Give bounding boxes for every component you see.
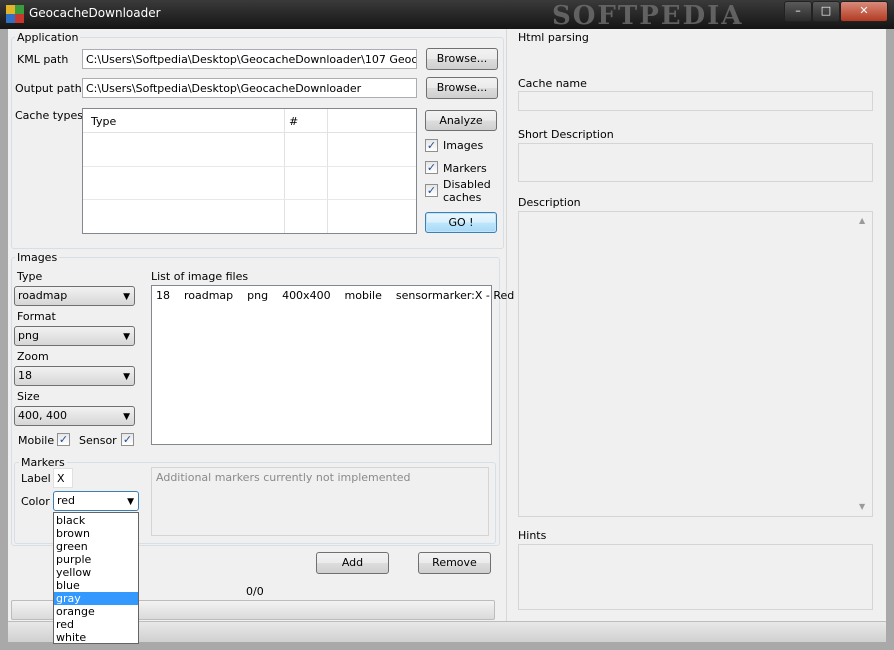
panel-splitter[interactable] [506, 29, 507, 621]
html-parsing-label: Html parsing [518, 31, 589, 44]
cache-types-table[interactable]: Type # [82, 108, 417, 234]
markers-checkbox-label: Markers [443, 162, 487, 175]
output-path-label: Output path [15, 82, 82, 95]
additional-markers-box: Additional markers currently not impleme… [151, 467, 489, 536]
description-field[interactable]: ▲ ▼ [518, 211, 873, 517]
window-frame-left [0, 29, 8, 650]
progress-count: 0/0 [246, 585, 264, 598]
size-label: Size [17, 390, 40, 403]
images-group-label: Images [15, 251, 60, 264]
kml-path-label: KML path [17, 53, 69, 66]
table-row [83, 199, 416, 200]
minimize-button[interactable]: – [784, 1, 812, 22]
marker-label-input[interactable]: X [53, 468, 73, 488]
cache-types-label: Cache types [15, 109, 84, 122]
color-option-brown[interactable]: brown [54, 527, 138, 540]
color-option-purple[interactable]: purple [54, 553, 138, 566]
mobile-checkbox[interactable]: ✓ [57, 433, 70, 446]
images-checkbox-label: Images [443, 139, 484, 152]
window-title: GeocacheDownloader [29, 6, 161, 20]
color-option-gray[interactable]: gray [54, 592, 138, 605]
image-list-label: List of image files [151, 270, 249, 283]
images-checkbox[interactable]: ✓ [425, 139, 438, 152]
kml-path-input[interactable]: C:\Users\Softpedia\Desktop\GeocacheDownl… [82, 49, 417, 69]
markers-checkbox[interactable]: ✓ [425, 161, 438, 174]
kml-browse-button[interactable]: Browse... [426, 48, 498, 70]
image-format-label: Format [17, 310, 56, 323]
color-option-green[interactable]: green [54, 540, 138, 553]
marker-label-label: Label [21, 472, 51, 485]
scroll-down-icon[interactable]: ▼ [859, 502, 865, 511]
add-button[interactable]: Add [316, 552, 389, 574]
hints-label: Hints [518, 529, 547, 542]
color-option-blue[interactable]: blue [54, 579, 138, 592]
image-format-value: png [18, 329, 39, 342]
output-browse-button[interactable]: Browse... [426, 77, 498, 99]
app-icon [6, 5, 24, 23]
zoom-select[interactable]: 18 ▼ [14, 366, 135, 386]
chevron-down-icon: ▼ [123, 412, 130, 422]
marker-color-label: Color [21, 495, 50, 508]
column-header-count[interactable]: # [289, 115, 298, 128]
hints-field[interactable] [518, 544, 873, 610]
short-description-label: Short Description [518, 128, 614, 141]
cache-name-field[interactable] [518, 91, 873, 111]
maximize-button[interactable]: □ [812, 1, 840, 22]
color-option-red[interactable]: red [54, 618, 138, 631]
disabled-caches-checkbox-label: Disabled caches [443, 178, 491, 204]
table-row [83, 166, 416, 167]
application-group-label: Application [15, 31, 81, 44]
image-files-list[interactable]: 18 roadmap png 400x400 mobile sensormark… [151, 285, 514, 445]
sensor-label: Sensor [79, 434, 117, 447]
remove-button[interactable]: Remove [418, 552, 491, 574]
color-option-orange[interactable]: orange [54, 605, 138, 618]
output-path-input[interactable]: C:\Users\Softpedia\Desktop\GeocacheDownl… [82, 78, 417, 98]
scroll-up-icon[interactable]: ▲ [859, 216, 865, 225]
description-label: Description [518, 196, 581, 209]
size-value: 400, 400 [18, 409, 67, 422]
description-scrollbar[interactable]: ▲ ▼ [855, 212, 872, 516]
go-button[interactable]: GO ! [425, 212, 497, 233]
additional-markers-text: Additional markers currently not impleme… [156, 471, 411, 484]
status-bar [8, 621, 886, 643]
chevron-down-icon: ▼ [123, 292, 130, 302]
color-option-yellow[interactable]: yellow [54, 566, 138, 579]
size-select[interactable]: 400, 400 ▼ [14, 406, 135, 426]
marker-color-select[interactable]: red ▼ [53, 491, 139, 511]
image-type-label: Type [17, 270, 43, 283]
sensor-checkbox[interactable]: ✓ [121, 433, 134, 446]
list-item[interactable]: 18 roadmap png 400x400 mobile sensormark… [156, 289, 514, 302]
window-frame-right [886, 29, 894, 650]
analyze-button[interactable]: Analyze [425, 110, 497, 131]
image-type-value: roadmap [18, 289, 68, 302]
image-format-select[interactable]: png ▼ [14, 326, 135, 346]
mobile-label: Mobile [18, 434, 55, 447]
watermark-logo: SOFTPEDIA [552, 1, 744, 31]
marker-color-value: red [57, 494, 76, 507]
chevron-down-icon: ▼ [123, 332, 130, 342]
close-button[interactable]: ✕ [840, 1, 888, 22]
image-type-select[interactable]: roadmap ▼ [14, 286, 135, 306]
chevron-down-icon: ▼ [123, 372, 130, 382]
table-header [83, 109, 416, 133]
zoom-label: Zoom [17, 350, 49, 363]
disabled-caches-checkbox[interactable]: ✓ [425, 184, 438, 197]
column-header-type[interactable]: Type [91, 115, 116, 128]
short-description-field[interactable] [518, 143, 873, 182]
chevron-down-icon: ▼ [127, 497, 134, 507]
color-option-white[interactable]: white [54, 631, 138, 644]
column-divider [327, 109, 328, 233]
zoom-value: 18 [18, 369, 32, 382]
cache-name-label: Cache name [518, 77, 587, 90]
column-divider [284, 109, 285, 233]
color-dropdown-list[interactable]: black brown green purple yellow blue gra… [53, 512, 139, 644]
color-option-black[interactable]: black [54, 514, 138, 527]
